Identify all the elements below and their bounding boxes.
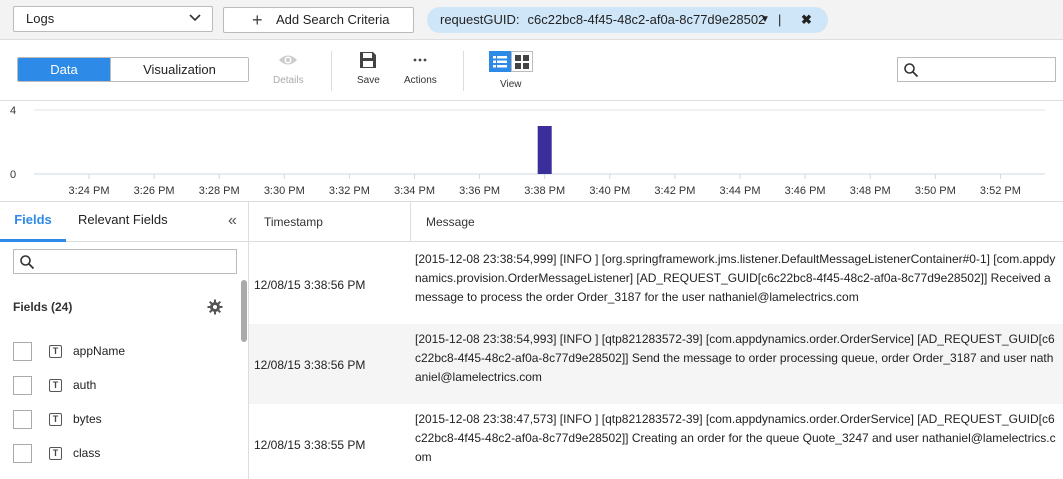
tab-visualization[interactable]: Visualization [110,58,248,81]
x-tick-label: 3:26 PM [134,185,175,197]
x-tick-label: 3:44 PM [720,185,761,197]
more-icon [413,58,427,62]
add-search-criteria-button[interactable]: + Add Search Criteria [223,7,414,33]
results-table: Timestamp Message 12/08/15 3:38:56 PM [2… [249,202,1063,479]
field-item[interactable]: T class [13,444,233,464]
table-header: Timestamp Message [249,202,1063,242]
x-tick-label: 3:36 PM [459,185,500,197]
histogram-chart: 4 0 3:24 PM 3:26 PM 3:28 PM 3:30 PM 3:32 PM 3:3… [0,101,1063,202]
details-button[interactable]: Details [273,51,304,86]
tab-fields[interactable]: Fields [0,202,66,242]
chevron-down-icon [189,14,201,22]
column-header-message[interactable]: Message [426,202,475,242]
eye-icon [279,55,298,65]
text-type-icon: T [49,447,62,460]
add-search-criteria-label: Add Search Criteria [276,12,390,27]
field-checkbox[interactable] [13,376,32,395]
source-select-value: Logs [26,11,55,26]
search-icon [20,255,35,270]
tab-data[interactable]: Data [18,58,110,81]
x-tick-label: 3:48 PM [850,185,891,197]
x-tick-label: 3:42 PM [654,185,695,197]
actions-button[interactable]: Actions [404,51,437,86]
x-tick-label: 3:24 PM [69,185,110,197]
x-tick-label: 3:30 PM [264,185,305,197]
text-type-icon: T [49,379,62,392]
tab-relevant-fields[interactable]: Relevant Fields [78,202,168,242]
view-label: View [500,79,522,90]
fields-tabs: Fields Relevant Fields « [0,202,248,242]
table-row[interactable]: 12/08/15 3:38:56 PM [2015-12-08 23:38:54… [249,324,1063,404]
fields-panel: Fields Relevant Fields « Fields (24) T a… [0,202,249,479]
table-row[interactable]: 12/08/15 3:38:56 PM [2015-12-08 23:38:54… [249,244,1063,324]
row-timestamp: 12/08/15 3:38:55 PM [254,438,366,452]
x-tick-label: 3:32 PM [329,185,370,197]
source-select[interactable]: Logs [13,6,213,32]
save-icon [360,52,377,68]
fields-scrollbar[interactable] [241,280,247,342]
toolbar-divider [331,51,332,91]
actions-label: Actions [404,75,437,86]
save-button[interactable]: Save [357,51,380,86]
table-row[interactable]: 12/08/15 3:38:55 PM [2015-12-08 23:38:47… [249,404,1063,479]
criteria-value: c6c22bc8-4f45-48c2-af0a-8c77d9e28502 [527,12,766,27]
data-view-toggle: Data Visualization [17,57,249,82]
field-item[interactable]: T auth [13,376,233,396]
x-tick-label: 3:50 PM [915,185,956,197]
row-message: [2015-12-08 23:38:54,999] [INFO ] [org.s… [415,252,1056,304]
field-search-input[interactable] [13,249,237,274]
histogram-svg: 4 0 3:24 PM 3:26 PM 3:28 PM 3:30 PM 3:32 PM 3:3… [10,105,1045,197]
x-tick-label: 3:52 PM [980,185,1021,197]
field-name: class [73,446,101,460]
criteria-pill[interactable]: requestGUID: c6c22bc8-4f45-48c2-af0a-8c77… [427,7,828,33]
x-tick-label: 3:34 PM [394,185,435,197]
criteria-key: requestGUID: [440,12,520,27]
save-label: Save [357,75,380,86]
collapse-panel-icon[interactable]: « [228,212,237,230]
view-mode-toggle [489,51,533,72]
x-tick-label: 3:46 PM [785,185,826,197]
list-view-button[interactable] [489,51,511,72]
histogram-bar [537,126,552,174]
field-name: bytes [73,412,102,426]
text-type-icon: T [49,413,62,426]
search-input[interactable] [897,57,1056,82]
criteria-separator: | [778,12,782,27]
x-tick-label: 3:28 PM [199,185,240,197]
caret-down-icon[interactable]: ▼ [760,7,770,33]
text-type-icon: T [49,345,62,358]
row-timestamp: 12/08/15 3:38:56 PM [254,278,366,292]
grid-view-button[interactable] [511,51,533,72]
toolbar: Data Visualization Details Save Actions … [0,41,1063,101]
field-item[interactable]: T bytes [13,410,233,430]
plus-icon: + [252,10,263,30]
fields-count-header: Fields (24) [13,300,73,314]
field-checkbox[interactable] [13,444,32,463]
field-name: auth [73,378,97,392]
x-tick-label: 3:38 PM [524,185,565,197]
field-checkbox[interactable] [13,342,32,361]
field-item[interactable]: T appName [13,342,233,362]
field-name: appName [73,344,126,358]
search-bar: Logs + Add Search Criteria requestGUID: c… [0,0,1063,40]
column-header-timestamp[interactable]: Timestamp [264,202,323,242]
x-tick-label: 3:40 PM [589,185,630,197]
search-icon [904,63,919,78]
gear-icon[interactable] [207,299,223,315]
row-message: [2015-12-08 23:38:54,993] [INFO ] [qtp82… [415,332,1055,384]
y-tick-label: 4 [10,105,16,117]
grid-icon [515,55,529,69]
field-checkbox[interactable] [13,410,32,429]
details-label: Details [273,75,304,86]
close-icon[interactable]: ✖ [801,7,812,33]
toolbar-divider [463,51,464,91]
row-timestamp: 12/08/15 3:38:56 PM [254,358,366,372]
row-message: [2015-12-08 23:38:47,573] [INFO ] [qtp82… [415,412,1056,464]
list-icon [493,56,507,68]
column-divider[interactable] [410,202,411,242]
y-tick-label: 0 [10,169,16,181]
